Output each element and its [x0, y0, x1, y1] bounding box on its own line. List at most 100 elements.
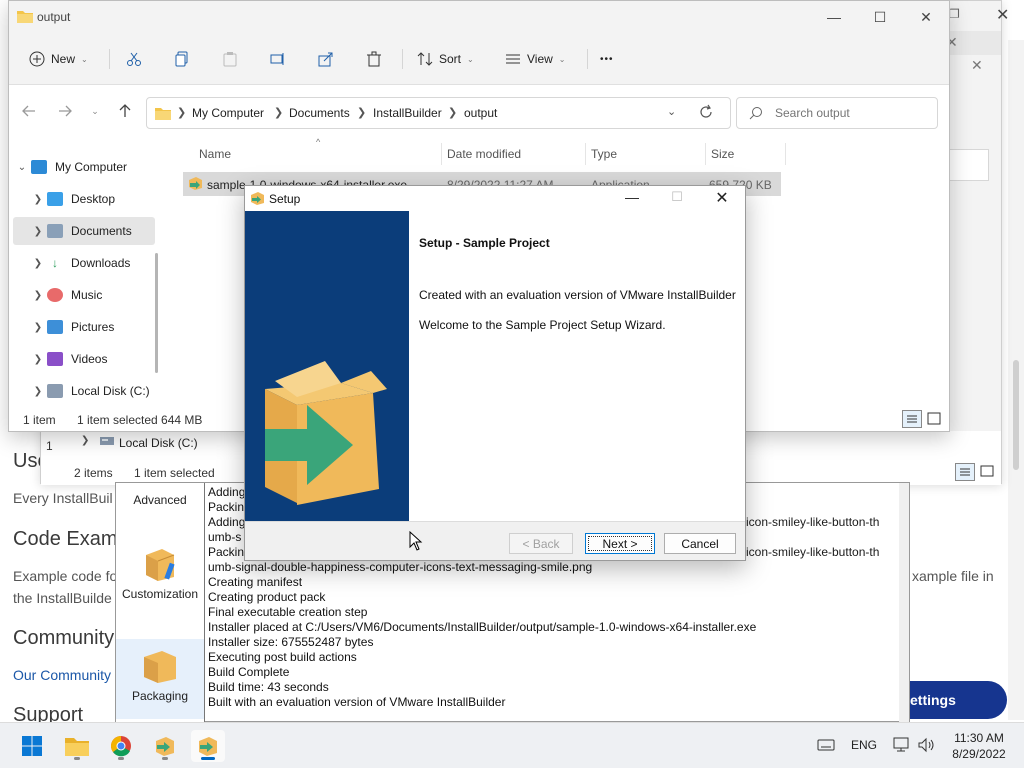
- sort-up-icon: ^: [316, 137, 321, 147]
- log-fragment: icon-smiley-like-button-th: [746, 515, 880, 529]
- setup-content: Setup - Sample Project Created with an e…: [409, 211, 745, 521]
- scissors-icon: [127, 52, 141, 66]
- column-size[interactable]: Size: [711, 147, 734, 161]
- explorer-titlebar[interactable]: output — ☐ ✕: [9, 1, 949, 33]
- minimize-icon[interactable]: —: [811, 1, 857, 33]
- paste-icon: [223, 52, 237, 67]
- nav-my-computer[interactable]: ⌄ My Computer: [13, 153, 153, 181]
- collapse-arrow-icon: ⌄: [17, 161, 27, 173]
- search-box[interactable]: [736, 97, 938, 129]
- column-name[interactable]: Name: [199, 147, 231, 161]
- breadcrumb-documents[interactable]: Documents: [289, 106, 350, 120]
- nav-scrollbar[interactable]: [155, 253, 158, 373]
- nav-desktop[interactable]: ❯ Desktop: [29, 185, 169, 213]
- sort-button[interactable]: Sort ⌄: [417, 47, 474, 71]
- view-button[interactable]: View ⌄: [505, 47, 566, 71]
- language-indicator[interactable]: ENG: [851, 738, 877, 752]
- keyboard-icon[interactable]: [817, 738, 835, 755]
- maximize-icon[interactable]: ☐: [857, 1, 903, 33]
- nav-pictures[interactable]: ❯ Pictures: [29, 313, 169, 341]
- mouse-cursor-icon: [409, 530, 423, 554]
- expand-arrow-icon[interactable]: ❯: [81, 435, 89, 446]
- nav-local-disk[interactable]: ❯ Local Disk (C:): [29, 377, 169, 405]
- share-icon: [318, 52, 333, 67]
- nav-documents[interactable]: ❯ Documents: [13, 217, 155, 245]
- box-icon: [140, 645, 180, 685]
- column-type[interactable]: Type: [591, 147, 617, 161]
- next-button[interactable]: Next >: [585, 533, 655, 554]
- delete-button[interactable]: [366, 47, 388, 71]
- breadcrumb-my-computer[interactable]: My Computer: [192, 106, 264, 120]
- network-icon[interactable]: [893, 737, 911, 756]
- recent-chevron-icon[interactable]: ⌄: [83, 99, 107, 123]
- breadcrumb-installbuilder[interactable]: InstallBuilder: [373, 106, 442, 120]
- tiles-view-icon[interactable]: [978, 463, 996, 481]
- nav-videos[interactable]: ❯ Videos: [29, 345, 169, 373]
- back-nav-local-disk[interactable]: Local Disk (C:): [119, 436, 198, 450]
- nav-downloads[interactable]: ❯ ↓ Downloads: [29, 249, 169, 277]
- category-customization[interactable]: Customization: [116, 543, 204, 601]
- start-button[interactable]: [15, 730, 49, 762]
- close-icon[interactable]: ✕: [712, 188, 732, 208]
- box-wrench-icon: [140, 543, 180, 583]
- setup-dialog: Setup — ☐ ✕ Setup - Sample Project Creat…: [244, 185, 746, 561]
- breadcrumb-output[interactable]: output: [464, 106, 497, 120]
- more-options-icon[interactable]: •••: [600, 47, 614, 71]
- column-date-modified[interactable]: Date modified: [447, 147, 521, 161]
- maximize-icon[interactable]: ☐: [667, 189, 687, 205]
- back-button[interactable]: < Back: [509, 533, 573, 554]
- back-arrow-icon[interactable]: [17, 99, 41, 123]
- taskbar-setup[interactable]: [191, 730, 225, 762]
- webpage-community-link[interactable]: Our Community: [13, 667, 111, 683]
- details-view-icon[interactable]: [902, 410, 922, 428]
- webpage-scrollbar[interactable]: [1008, 40, 1024, 720]
- rename-icon: [270, 53, 284, 65]
- close-icon[interactable]: ✕: [996, 5, 1009, 25]
- category-packaging[interactable]: Packaging: [116, 639, 204, 719]
- rename-button[interactable]: [270, 47, 292, 71]
- webpage-heading-community: Community: [13, 627, 115, 649]
- address-dropdown-icon[interactable]: ⌄: [667, 105, 676, 118]
- taskbar-installbuilder[interactable]: [148, 730, 182, 762]
- taskbar-file-explorer[interactable]: [60, 730, 94, 762]
- category-advanced[interactable]: Advanced: [116, 493, 204, 507]
- search-input[interactable]: [775, 106, 925, 120]
- tiles-view-icon[interactable]: [924, 410, 944, 428]
- view-icon: [506, 54, 520, 64]
- new-button[interactable]: New ⌄: [29, 47, 88, 71]
- taskbar: ENG 11:30 AM 8/29/2022: [0, 722, 1024, 768]
- restore-icon[interactable]: ❐: [949, 7, 960, 21]
- folder-icon: [155, 106, 171, 123]
- setup-titlebar[interactable]: Setup — ☐ ✕: [245, 186, 745, 211]
- close-icon[interactable]: ✕: [971, 57, 983, 74]
- expand-arrow-icon: ❯: [33, 353, 43, 365]
- status-item-count: 1 item: [23, 413, 56, 427]
- taskbar-chrome[interactable]: [104, 730, 138, 762]
- sort-icon: [417, 52, 433, 66]
- minimize-icon[interactable]: —: [622, 189, 642, 205]
- address-bar[interactable]: ❯ My Computer ❯ Documents ❯ InstallBuild…: [146, 97, 731, 129]
- documents-icon: [47, 224, 63, 238]
- cancel-button[interactable]: Cancel: [664, 533, 736, 554]
- refresh-icon[interactable]: [698, 104, 714, 123]
- copy-button[interactable]: [174, 47, 196, 71]
- close-icon[interactable]: ✕: [903, 1, 949, 33]
- system-clock[interactable]: 11:30 AM 8/29/2022: [946, 730, 1012, 762]
- up-arrow-icon[interactable]: [113, 99, 137, 123]
- log-scrollbar[interactable]: [899, 483, 909, 723]
- chrome-icon: [111, 736, 131, 757]
- paste-button[interactable]: [222, 47, 244, 71]
- volume-icon[interactable]: [918, 737, 936, 756]
- drive-icon: [47, 384, 63, 398]
- setup-banner: [245, 211, 409, 521]
- share-button[interactable]: [318, 47, 340, 71]
- details-view-icon[interactable]: [955, 463, 975, 481]
- forward-arrow-icon[interactable]: [53, 99, 77, 123]
- welcome-text: Welcome to the Sample Project Setup Wiza…: [419, 318, 666, 332]
- cut-button[interactable]: [126, 47, 148, 71]
- folder-icon: [65, 738, 89, 756]
- back-status-selected: 1 item selected: [134, 466, 215, 480]
- nav-music[interactable]: ❯ Music: [29, 281, 169, 309]
- expand-arrow-icon: ❯: [33, 321, 43, 333]
- windows-logo-icon: [22, 736, 42, 756]
